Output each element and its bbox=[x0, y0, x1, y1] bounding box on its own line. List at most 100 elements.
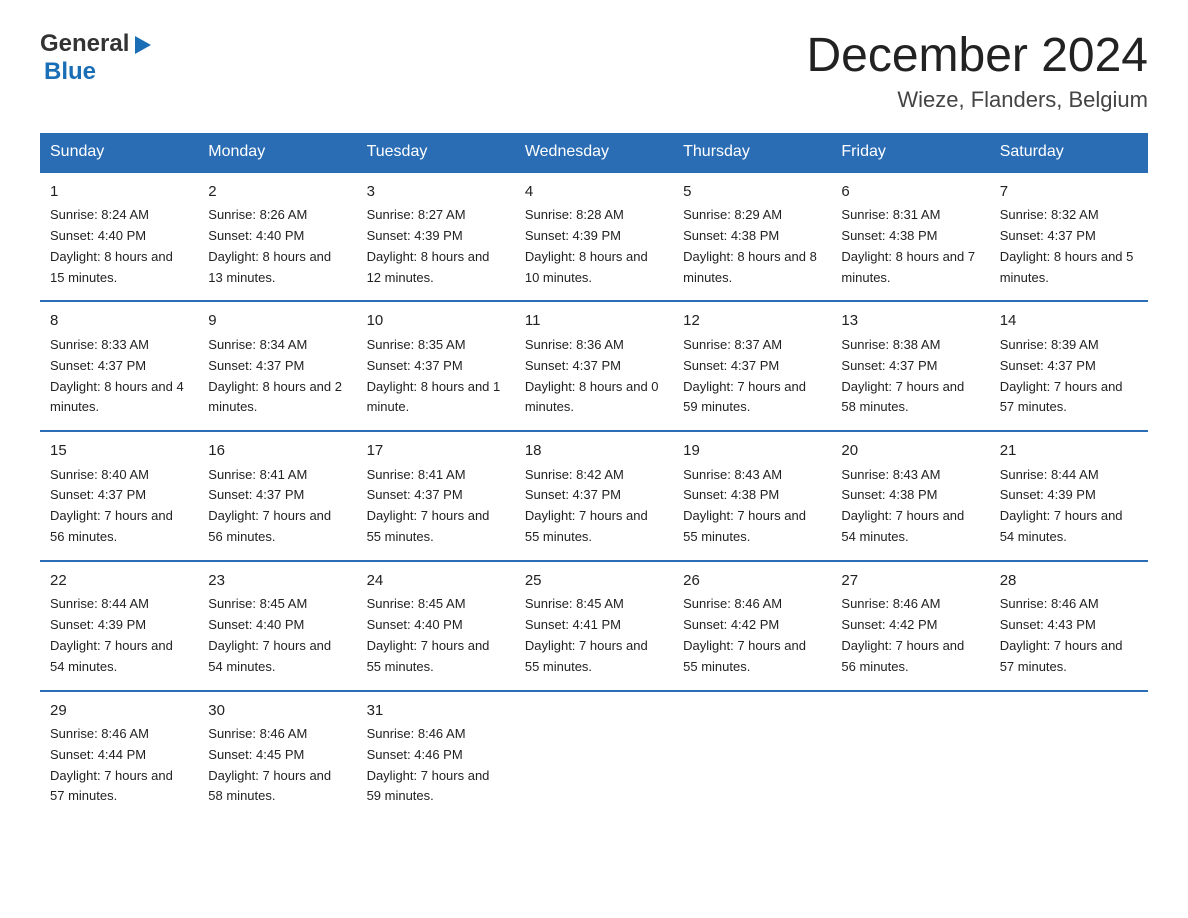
day-cell: 10Sunrise: 8:35 AMSunset: 4:37 PMDayligh… bbox=[357, 301, 515, 431]
day-info: Sunrise: 8:36 AMSunset: 4:37 PMDaylight:… bbox=[525, 335, 663, 418]
day-number: 25 bbox=[525, 570, 663, 593]
day-number: 17 bbox=[367, 440, 505, 463]
day-cell: 18Sunrise: 8:42 AMSunset: 4:37 PMDayligh… bbox=[515, 431, 673, 561]
day-info: Sunrise: 8:33 AMSunset: 4:37 PMDaylight:… bbox=[50, 335, 188, 418]
day-number: 24 bbox=[367, 570, 505, 593]
week-row-4: 22Sunrise: 8:44 AMSunset: 4:39 PMDayligh… bbox=[40, 561, 1148, 691]
day-info: Sunrise: 8:28 AMSunset: 4:39 PMDaylight:… bbox=[525, 205, 663, 288]
day-info: Sunrise: 8:46 AMSunset: 4:42 PMDaylight:… bbox=[683, 594, 821, 677]
day-info: Sunrise: 8:31 AMSunset: 4:38 PMDaylight:… bbox=[841, 205, 979, 288]
day-cell: 6Sunrise: 8:31 AMSunset: 4:38 PMDaylight… bbox=[831, 172, 989, 302]
day-cell: 20Sunrise: 8:43 AMSunset: 4:38 PMDayligh… bbox=[831, 431, 989, 561]
day-cell: 31Sunrise: 8:46 AMSunset: 4:46 PMDayligh… bbox=[357, 691, 515, 820]
day-cell: 8Sunrise: 8:33 AMSunset: 4:37 PMDaylight… bbox=[40, 301, 198, 431]
day-info: Sunrise: 8:40 AMSunset: 4:37 PMDaylight:… bbox=[50, 465, 188, 548]
day-number: 13 bbox=[841, 310, 979, 333]
col-header-saturday: Saturday bbox=[990, 133, 1148, 172]
day-cell: 15Sunrise: 8:40 AMSunset: 4:37 PMDayligh… bbox=[40, 431, 198, 561]
day-info: Sunrise: 8:46 AMSunset: 4:45 PMDaylight:… bbox=[208, 724, 346, 807]
location-title: Wieze, Flanders, Belgium bbox=[806, 87, 1148, 113]
day-cell: 4Sunrise: 8:28 AMSunset: 4:39 PMDaylight… bbox=[515, 172, 673, 302]
day-cell: 16Sunrise: 8:41 AMSunset: 4:37 PMDayligh… bbox=[198, 431, 356, 561]
calendar-table: SundayMondayTuesdayWednesdayThursdayFrid… bbox=[40, 133, 1148, 819]
day-info: Sunrise: 8:46 AMSunset: 4:46 PMDaylight:… bbox=[367, 724, 505, 807]
day-number: 21 bbox=[1000, 440, 1138, 463]
day-cell: 13Sunrise: 8:38 AMSunset: 4:37 PMDayligh… bbox=[831, 301, 989, 431]
month-title: December 2024 bbox=[806, 30, 1148, 83]
day-number: 14 bbox=[1000, 310, 1138, 333]
logo: General Blue bbox=[40, 30, 153, 86]
day-number: 28 bbox=[1000, 570, 1138, 593]
day-number: 15 bbox=[50, 440, 188, 463]
col-header-friday: Friday bbox=[831, 133, 989, 172]
day-number: 26 bbox=[683, 570, 821, 593]
day-number: 29 bbox=[50, 700, 188, 723]
day-cell bbox=[673, 691, 831, 820]
day-info: Sunrise: 8:39 AMSunset: 4:37 PMDaylight:… bbox=[1000, 335, 1138, 418]
day-info: Sunrise: 8:34 AMSunset: 4:37 PMDaylight:… bbox=[208, 335, 346, 418]
day-info: Sunrise: 8:43 AMSunset: 4:38 PMDaylight:… bbox=[683, 465, 821, 548]
day-cell: 11Sunrise: 8:36 AMSunset: 4:37 PMDayligh… bbox=[515, 301, 673, 431]
calendar-header-row: SundayMondayTuesdayWednesdayThursdayFrid… bbox=[40, 133, 1148, 172]
day-info: Sunrise: 8:44 AMSunset: 4:39 PMDaylight:… bbox=[1000, 465, 1138, 548]
day-cell: 3Sunrise: 8:27 AMSunset: 4:39 PMDaylight… bbox=[357, 172, 515, 302]
day-cell: 9Sunrise: 8:34 AMSunset: 4:37 PMDaylight… bbox=[198, 301, 356, 431]
col-header-sunday: Sunday bbox=[40, 133, 198, 172]
day-cell: 1Sunrise: 8:24 AMSunset: 4:40 PMDaylight… bbox=[40, 172, 198, 302]
week-row-2: 8Sunrise: 8:33 AMSunset: 4:37 PMDaylight… bbox=[40, 301, 1148, 431]
day-number: 11 bbox=[525, 310, 663, 333]
day-cell: 22Sunrise: 8:44 AMSunset: 4:39 PMDayligh… bbox=[40, 561, 198, 691]
page-header: General Blue December 2024 Wieze, Flande… bbox=[40, 30, 1148, 113]
day-cell: 24Sunrise: 8:45 AMSunset: 4:40 PMDayligh… bbox=[357, 561, 515, 691]
day-cell bbox=[990, 691, 1148, 820]
day-cell: 23Sunrise: 8:45 AMSunset: 4:40 PMDayligh… bbox=[198, 561, 356, 691]
day-number: 19 bbox=[683, 440, 821, 463]
day-info: Sunrise: 8:29 AMSunset: 4:38 PMDaylight:… bbox=[683, 205, 821, 288]
day-info: Sunrise: 8:26 AMSunset: 4:40 PMDaylight:… bbox=[208, 205, 346, 288]
day-info: Sunrise: 8:45 AMSunset: 4:40 PMDaylight:… bbox=[367, 594, 505, 677]
day-number: 30 bbox=[208, 700, 346, 723]
day-number: 1 bbox=[50, 181, 188, 204]
logo-arrow-icon bbox=[131, 34, 153, 56]
day-cell: 27Sunrise: 8:46 AMSunset: 4:42 PMDayligh… bbox=[831, 561, 989, 691]
day-number: 2 bbox=[208, 181, 346, 204]
week-row-1: 1Sunrise: 8:24 AMSunset: 4:40 PMDaylight… bbox=[40, 172, 1148, 302]
logo-blue-text: Blue bbox=[44, 58, 96, 86]
logo-general-text: General bbox=[40, 30, 129, 58]
day-number: 12 bbox=[683, 310, 821, 333]
day-info: Sunrise: 8:46 AMSunset: 4:44 PMDaylight:… bbox=[50, 724, 188, 807]
day-number: 22 bbox=[50, 570, 188, 593]
day-info: Sunrise: 8:46 AMSunset: 4:42 PMDaylight:… bbox=[841, 594, 979, 677]
day-number: 31 bbox=[367, 700, 505, 723]
col-header-tuesday: Tuesday bbox=[357, 133, 515, 172]
day-info: Sunrise: 8:41 AMSunset: 4:37 PMDaylight:… bbox=[208, 465, 346, 548]
day-info: Sunrise: 8:27 AMSunset: 4:39 PMDaylight:… bbox=[367, 205, 505, 288]
day-cell bbox=[515, 691, 673, 820]
day-cell: 19Sunrise: 8:43 AMSunset: 4:38 PMDayligh… bbox=[673, 431, 831, 561]
day-info: Sunrise: 8:46 AMSunset: 4:43 PMDaylight:… bbox=[1000, 594, 1138, 677]
day-cell: 5Sunrise: 8:29 AMSunset: 4:38 PMDaylight… bbox=[673, 172, 831, 302]
col-header-thursday: Thursday bbox=[673, 133, 831, 172]
day-number: 6 bbox=[841, 181, 979, 204]
day-number: 8 bbox=[50, 310, 188, 333]
day-cell: 21Sunrise: 8:44 AMSunset: 4:39 PMDayligh… bbox=[990, 431, 1148, 561]
day-info: Sunrise: 8:35 AMSunset: 4:37 PMDaylight:… bbox=[367, 335, 505, 418]
day-info: Sunrise: 8:45 AMSunset: 4:41 PMDaylight:… bbox=[525, 594, 663, 677]
day-number: 27 bbox=[841, 570, 979, 593]
day-number: 23 bbox=[208, 570, 346, 593]
day-number: 16 bbox=[208, 440, 346, 463]
title-block: December 2024 Wieze, Flanders, Belgium bbox=[806, 30, 1148, 113]
day-cell: 28Sunrise: 8:46 AMSunset: 4:43 PMDayligh… bbox=[990, 561, 1148, 691]
day-number: 3 bbox=[367, 181, 505, 204]
day-cell: 7Sunrise: 8:32 AMSunset: 4:37 PMDaylight… bbox=[990, 172, 1148, 302]
day-info: Sunrise: 8:41 AMSunset: 4:37 PMDaylight:… bbox=[367, 465, 505, 548]
day-number: 5 bbox=[683, 181, 821, 204]
day-number: 10 bbox=[367, 310, 505, 333]
day-info: Sunrise: 8:37 AMSunset: 4:37 PMDaylight:… bbox=[683, 335, 821, 418]
week-row-3: 15Sunrise: 8:40 AMSunset: 4:37 PMDayligh… bbox=[40, 431, 1148, 561]
week-row-5: 29Sunrise: 8:46 AMSunset: 4:44 PMDayligh… bbox=[40, 691, 1148, 820]
day-cell: 30Sunrise: 8:46 AMSunset: 4:45 PMDayligh… bbox=[198, 691, 356, 820]
day-cell: 2Sunrise: 8:26 AMSunset: 4:40 PMDaylight… bbox=[198, 172, 356, 302]
day-info: Sunrise: 8:24 AMSunset: 4:40 PMDaylight:… bbox=[50, 205, 188, 288]
day-cell: 26Sunrise: 8:46 AMSunset: 4:42 PMDayligh… bbox=[673, 561, 831, 691]
